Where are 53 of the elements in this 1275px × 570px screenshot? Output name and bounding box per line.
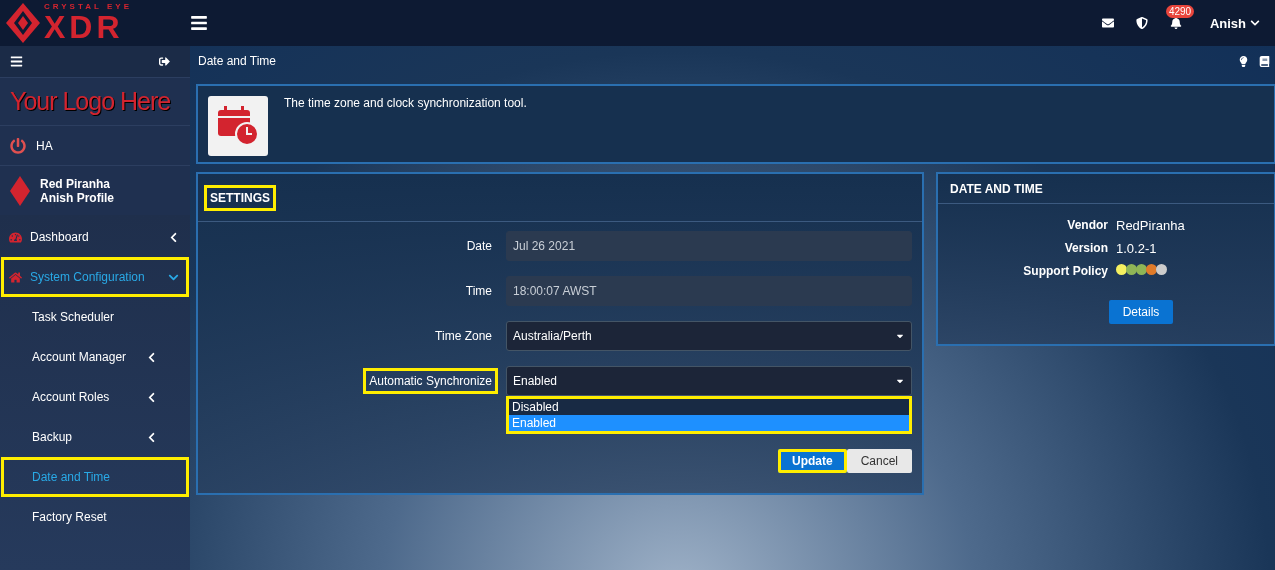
cancel-button[interactable]: Cancel <box>846 449 912 473</box>
intro-text: The time zone and clock synchronization tool. <box>284 96 527 112</box>
nav-item[interactable]: Dashboard <box>1 217 189 257</box>
shield-icon[interactable] <box>1135 17 1148 29</box>
nav-subitem[interactable]: Date and Time <box>1 457 189 497</box>
bell-icon[interactable] <box>1169 17 1182 29</box>
profile-org: Red Piranha <box>40 176 112 191</box>
logo-text: Your Logo Here <box>10 87 171 116</box>
calendar-clock-icon <box>208 96 268 156</box>
brand-tagline: CRYSTAL EYE <box>44 3 132 11</box>
nav-subitem[interactable]: Backup <box>1 417 189 457</box>
nav-subitem[interactable]: Factory Reset <box>1 497 189 537</box>
user-menu[interactable]: Anish <box>1203 14 1266 32</box>
page-title: Date and Time <box>198 54 278 68</box>
select-field[interactable]: Australia/Perth <box>506 321 912 351</box>
field-label: Time <box>464 283 493 300</box>
input-field[interactable]: 18:00:07 AWST <box>506 276 912 306</box>
nav-subitem[interactable]: Account Roles <box>1 377 189 417</box>
field-label: Date <box>465 238 493 255</box>
lightbulb-icon[interactable] <box>1238 55 1249 67</box>
info-label: Version <box>1064 241 1108 256</box>
menu-button[interactable] <box>10 55 23 68</box>
panel-title: SETTINGS <box>204 184 276 211</box>
home-icon <box>9 270 22 284</box>
nav-subitem[interactable]: Account Manager <box>1 337 189 377</box>
info-label: Vendor <box>1067 218 1108 233</box>
update-button[interactable]: Update <box>777 449 847 473</box>
profile-name: Anish Profile <box>40 190 114 205</box>
book-icon[interactable] <box>1259 55 1270 67</box>
gauge-icon <box>9 230 22 244</box>
select-field[interactable]: Enabled <box>506 366 912 396</box>
chevron-down-icon <box>1250 18 1260 28</box>
chevron-left-icon <box>168 231 179 243</box>
info-value: RedPiranha <box>1116 218 1186 233</box>
dropdown-option[interactable]: Disabled <box>509 399 909 415</box>
details-button[interactable]: Details <box>1108 300 1174 324</box>
field-label: Automatic Synchronize <box>363 368 498 394</box>
input-field[interactable]: Jul 26 2021 <box>506 231 912 261</box>
field-label: Time Zone <box>434 328 493 345</box>
logout-icon[interactable] <box>159 56 170 67</box>
menu-button[interactable] <box>190 14 208 32</box>
info-label: Support Policy <box>1023 264 1108 278</box>
mail-icon[interactable] <box>1101 17 1114 29</box>
logo-icon <box>10 175 30 206</box>
brand-name: XDR <box>44 11 125 43</box>
nav-subitem[interactable]: Task Scheduler <box>1 297 189 337</box>
nav-item[interactable]: System Configuration <box>1 257 189 297</box>
info-value: 1.0.2-1 <box>1116 241 1158 256</box>
notification-badge: 4290 <box>1165 5 1195 18</box>
logo-icon <box>6 3 40 43</box>
panel-title: DATE AND TIME <box>949 180 1044 198</box>
power-icon[interactable] <box>10 137 26 154</box>
ha-label: HA <box>36 138 53 153</box>
